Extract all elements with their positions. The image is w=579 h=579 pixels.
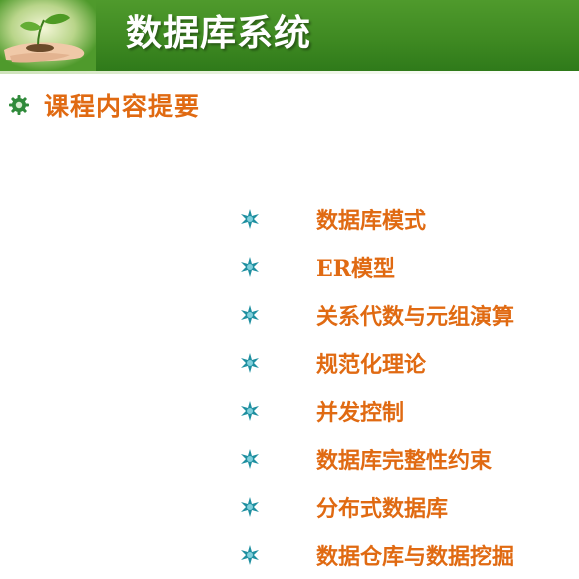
list-item: 分布式数据库 (240, 483, 514, 531)
gear-bullet-icon (9, 95, 29, 115)
list-item: 数据库模式 (240, 195, 514, 243)
topic-label: ER模型 (316, 256, 396, 282)
seedling-in-hands-icon (0, 0, 96, 71)
list-item: 关系代数与元组演算 (240, 291, 514, 339)
list-item: 并发控制 (240, 387, 514, 435)
banner-divider (0, 71, 579, 74)
topic-label: 分布式数据库 (316, 496, 449, 522)
star-bullet-icon (241, 497, 259, 517)
title-banner: 数据库系统 (0, 0, 579, 71)
list-item: 数据库完整性约束 (240, 435, 514, 483)
topic-label: 并发控制 (316, 400, 405, 426)
star-bullet-icon (241, 257, 259, 277)
section-title: 课程内容提要 (44, 92, 201, 121)
topic-label: 关系代数与元组演算 (316, 304, 515, 330)
star-bullet-icon (241, 449, 259, 469)
list-item: ER模型 (240, 243, 514, 291)
star-bullet-icon (241, 353, 259, 373)
star-bullet-icon (241, 401, 259, 421)
topic-list: 数据库模式 ER模型 关系代数与元组演算 规范化理论 并发控制 数据库完整性约束… (240, 195, 514, 579)
topic-label: 数据库完整性约束 (316, 448, 493, 474)
page-title: 数据库系统 (126, 13, 312, 54)
star-bullet-icon (241, 545, 259, 565)
list-item: 数据仓库与数据挖掘 (240, 531, 514, 579)
topic-label: 数据仓库与数据挖掘 (316, 544, 515, 570)
section-heading: 课程内容提要 (8, 88, 200, 122)
topic-label: 数据库模式 (316, 208, 427, 234)
star-bullet-icon (241, 209, 259, 229)
list-item: 规范化理论 (240, 339, 514, 387)
topic-label: 规范化理论 (316, 352, 427, 378)
star-bullet-icon (241, 305, 259, 325)
